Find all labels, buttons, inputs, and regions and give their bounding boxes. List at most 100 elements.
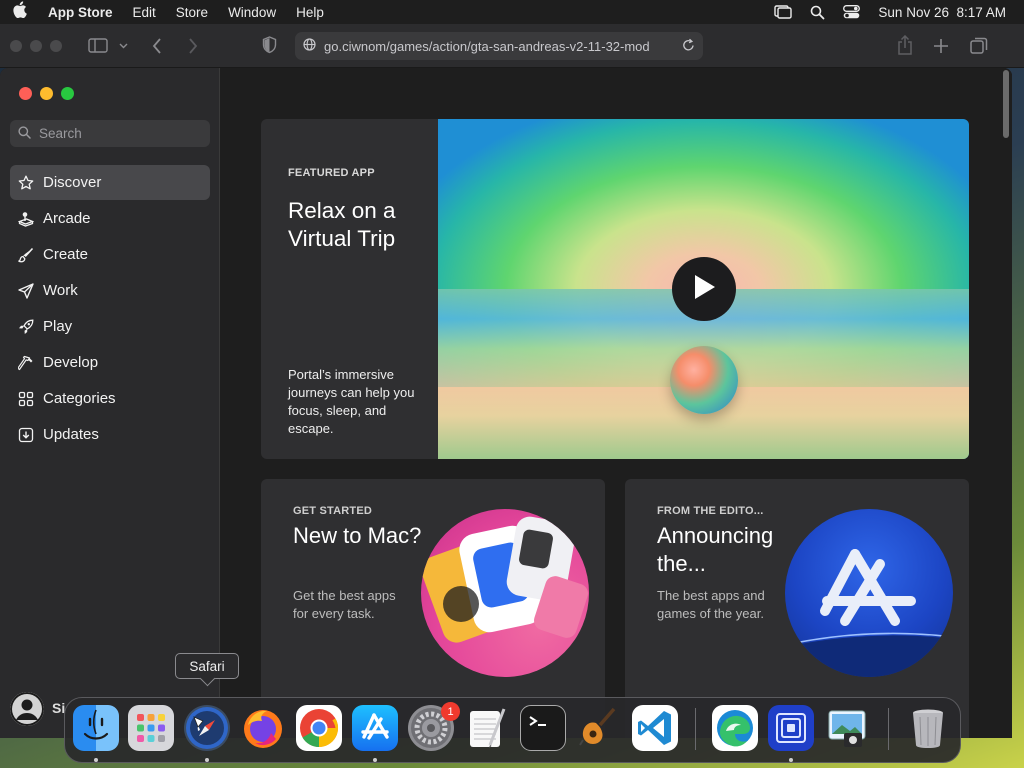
- dock-chrome[interactable]: [296, 705, 342, 751]
- menu-clock[interactable]: Sun Nov 26 8:17 AM: [878, 5, 1006, 20]
- chrome-icon: [300, 709, 339, 748]
- notification-badge: 1: [441, 702, 460, 721]
- preview-icon: [828, 710, 866, 747]
- finder-icon: [83, 709, 109, 740]
- card-description: The best apps and games of the year.: [657, 588, 765, 621]
- menu-window[interactable]: Window: [218, 5, 286, 20]
- control-center-icon[interactable]: [843, 5, 861, 19]
- dock-launchpad[interactable]: [128, 705, 174, 751]
- dock-terminal[interactable]: [520, 705, 566, 751]
- sidebar-item-develop[interactable]: Develop: [10, 345, 210, 380]
- scrollbar-thumb[interactable]: [1003, 70, 1009, 138]
- sidebar-item-label: Updates: [43, 426, 99, 443]
- grid-icon: [18, 391, 34, 407]
- safari-compass-icon: [186, 707, 228, 749]
- search-field[interactable]: [10, 120, 216, 147]
- orb-image: [670, 346, 738, 414]
- card-eyebrow: GET STARTED: [293, 505, 372, 517]
- dock-textedit[interactable]: [464, 705, 510, 751]
- safari-window-controls[interactable]: [10, 39, 62, 52]
- dock-edge[interactable]: [712, 705, 758, 751]
- dock-safari[interactable]: [184, 705, 230, 751]
- sidebar-item-play[interactable]: Play: [10, 309, 210, 344]
- zoom-window-button[interactable]: [61, 87, 74, 100]
- card-title: New to Mac?: [293, 523, 422, 548]
- dock-vscode[interactable]: [632, 705, 678, 751]
- screen-mirroring-icon[interactable]: [774, 5, 793, 19]
- featured-description: Portal’s immersive journeys can help you…: [288, 367, 415, 436]
- dock-tooltip: Safari: [175, 653, 239, 679]
- hammer-icon: [18, 355, 34, 371]
- spotlight-search-icon[interactable]: [810, 5, 825, 20]
- menu-edit[interactable]: Edit: [123, 5, 166, 20]
- privacy-shield-icon[interactable]: [262, 36, 277, 54]
- star-icon: [18, 175, 34, 191]
- card-title: Announcing the...: [657, 523, 774, 576]
- dock: 1: [64, 697, 961, 763]
- sidebar-item-label: Create: [43, 246, 89, 263]
- sidebar-item-label: Develop: [43, 354, 99, 371]
- app-icons-collage-image: [421, 509, 589, 677]
- search-input[interactable]: [39, 126, 216, 141]
- menu-help[interactable]: Help: [286, 5, 334, 20]
- avatar: [10, 692, 44, 726]
- guitar-icon: [579, 707, 616, 746]
- close-window-button[interactable]: [19, 87, 32, 100]
- featured-text: FEATURED APP Relax on a Virtual Trip Por…: [288, 119, 438, 459]
- sidebar-item-label: Arcade: [43, 210, 91, 227]
- firefox-icon: [244, 710, 282, 748]
- featured-artwork: [438, 119, 969, 459]
- forward-arrow-icon[interactable]: [188, 38, 198, 54]
- sidebar-item-arcade[interactable]: Arcade: [10, 201, 210, 236]
- card-description: Get the best apps for every task.: [293, 588, 396, 621]
- tab-overview-icon[interactable]: [970, 37, 988, 55]
- new-tab-plus-icon[interactable]: [933, 38, 949, 54]
- url-text[interactable]: go.ciwnom/games/action/gta-san-andreas-v…: [324, 39, 674, 54]
- featured-app-card[interactable]: FEATURED APP Relax on a Virtual Trip Por…: [261, 119, 969, 459]
- account-button[interactable]: [10, 692, 44, 726]
- app-store-logo-image: [785, 509, 953, 677]
- sidebar-nav: Discover Arcade Create Work Play Develop…: [10, 165, 210, 453]
- content-scrollbar[interactable]: [1000, 68, 1012, 738]
- play-video-button[interactable]: [672, 257, 736, 321]
- chevron-down-icon[interactable]: [119, 43, 128, 49]
- card-eyebrow: FROM THE EDITO...: [657, 505, 764, 517]
- minimize-window-button[interactable]: [40, 87, 53, 100]
- address-bar[interactable]: go.ciwnom/games/action/gta-san-andreas-v…: [295, 32, 703, 60]
- globe-icon: [303, 38, 316, 54]
- dock-app-store[interactable]: [352, 705, 398, 751]
- vscode-icon: [638, 711, 671, 745]
- sidebar-item-label: Discover: [43, 174, 102, 191]
- sidebar-item-work[interactable]: Work: [10, 273, 210, 308]
- sidebar-item-label: Play: [43, 318, 73, 335]
- dock-finder[interactable]: [73, 705, 119, 751]
- back-arrow-icon[interactable]: [152, 38, 162, 54]
- screen-sharing-icon: [776, 713, 806, 743]
- discover-content: FEATURED APP Relax on a Virtual Trip Por…: [221, 68, 1012, 738]
- dock-preview[interactable]: [824, 705, 870, 751]
- reload-icon[interactable]: [682, 38, 695, 55]
- sidebar-item-create[interactable]: Create: [10, 237, 210, 272]
- sidebar-item-label: Categories: [43, 390, 116, 407]
- apple-menu-icon[interactable]: [0, 1, 38, 23]
- terminal-icon: [529, 716, 546, 726]
- sidebar-item-discover[interactable]: Discover: [10, 165, 210, 200]
- trash-icon: [913, 709, 943, 748]
- app-store-icon: [361, 713, 389, 740]
- sidebar-item-categories[interactable]: Categories: [10, 381, 210, 416]
- launchpad-icon: [137, 714, 165, 742]
- download-icon: [18, 427, 34, 443]
- textedit-icon: [470, 708, 506, 748]
- dock-firefox[interactable]: [240, 705, 286, 751]
- app-store-window: Discover Arcade Create Work: [0, 68, 1012, 738]
- share-icon[interactable]: [897, 35, 913, 55]
- dock-screen-sharing[interactable]: [768, 705, 814, 751]
- app-name-menu[interactable]: App Store: [38, 5, 123, 20]
- sidebar-item-updates[interactable]: Updates: [10, 417, 210, 452]
- dock-garageband[interactable]: [576, 705, 622, 751]
- sidebar-item-label: Work: [43, 282, 78, 299]
- sidebar-toggle-icon[interactable]: [88, 38, 108, 53]
- featured-title: Relax on a Virtual Trip: [288, 198, 396, 251]
- menu-store[interactable]: Store: [166, 5, 218, 20]
- dock-trash[interactable]: [905, 705, 951, 751]
